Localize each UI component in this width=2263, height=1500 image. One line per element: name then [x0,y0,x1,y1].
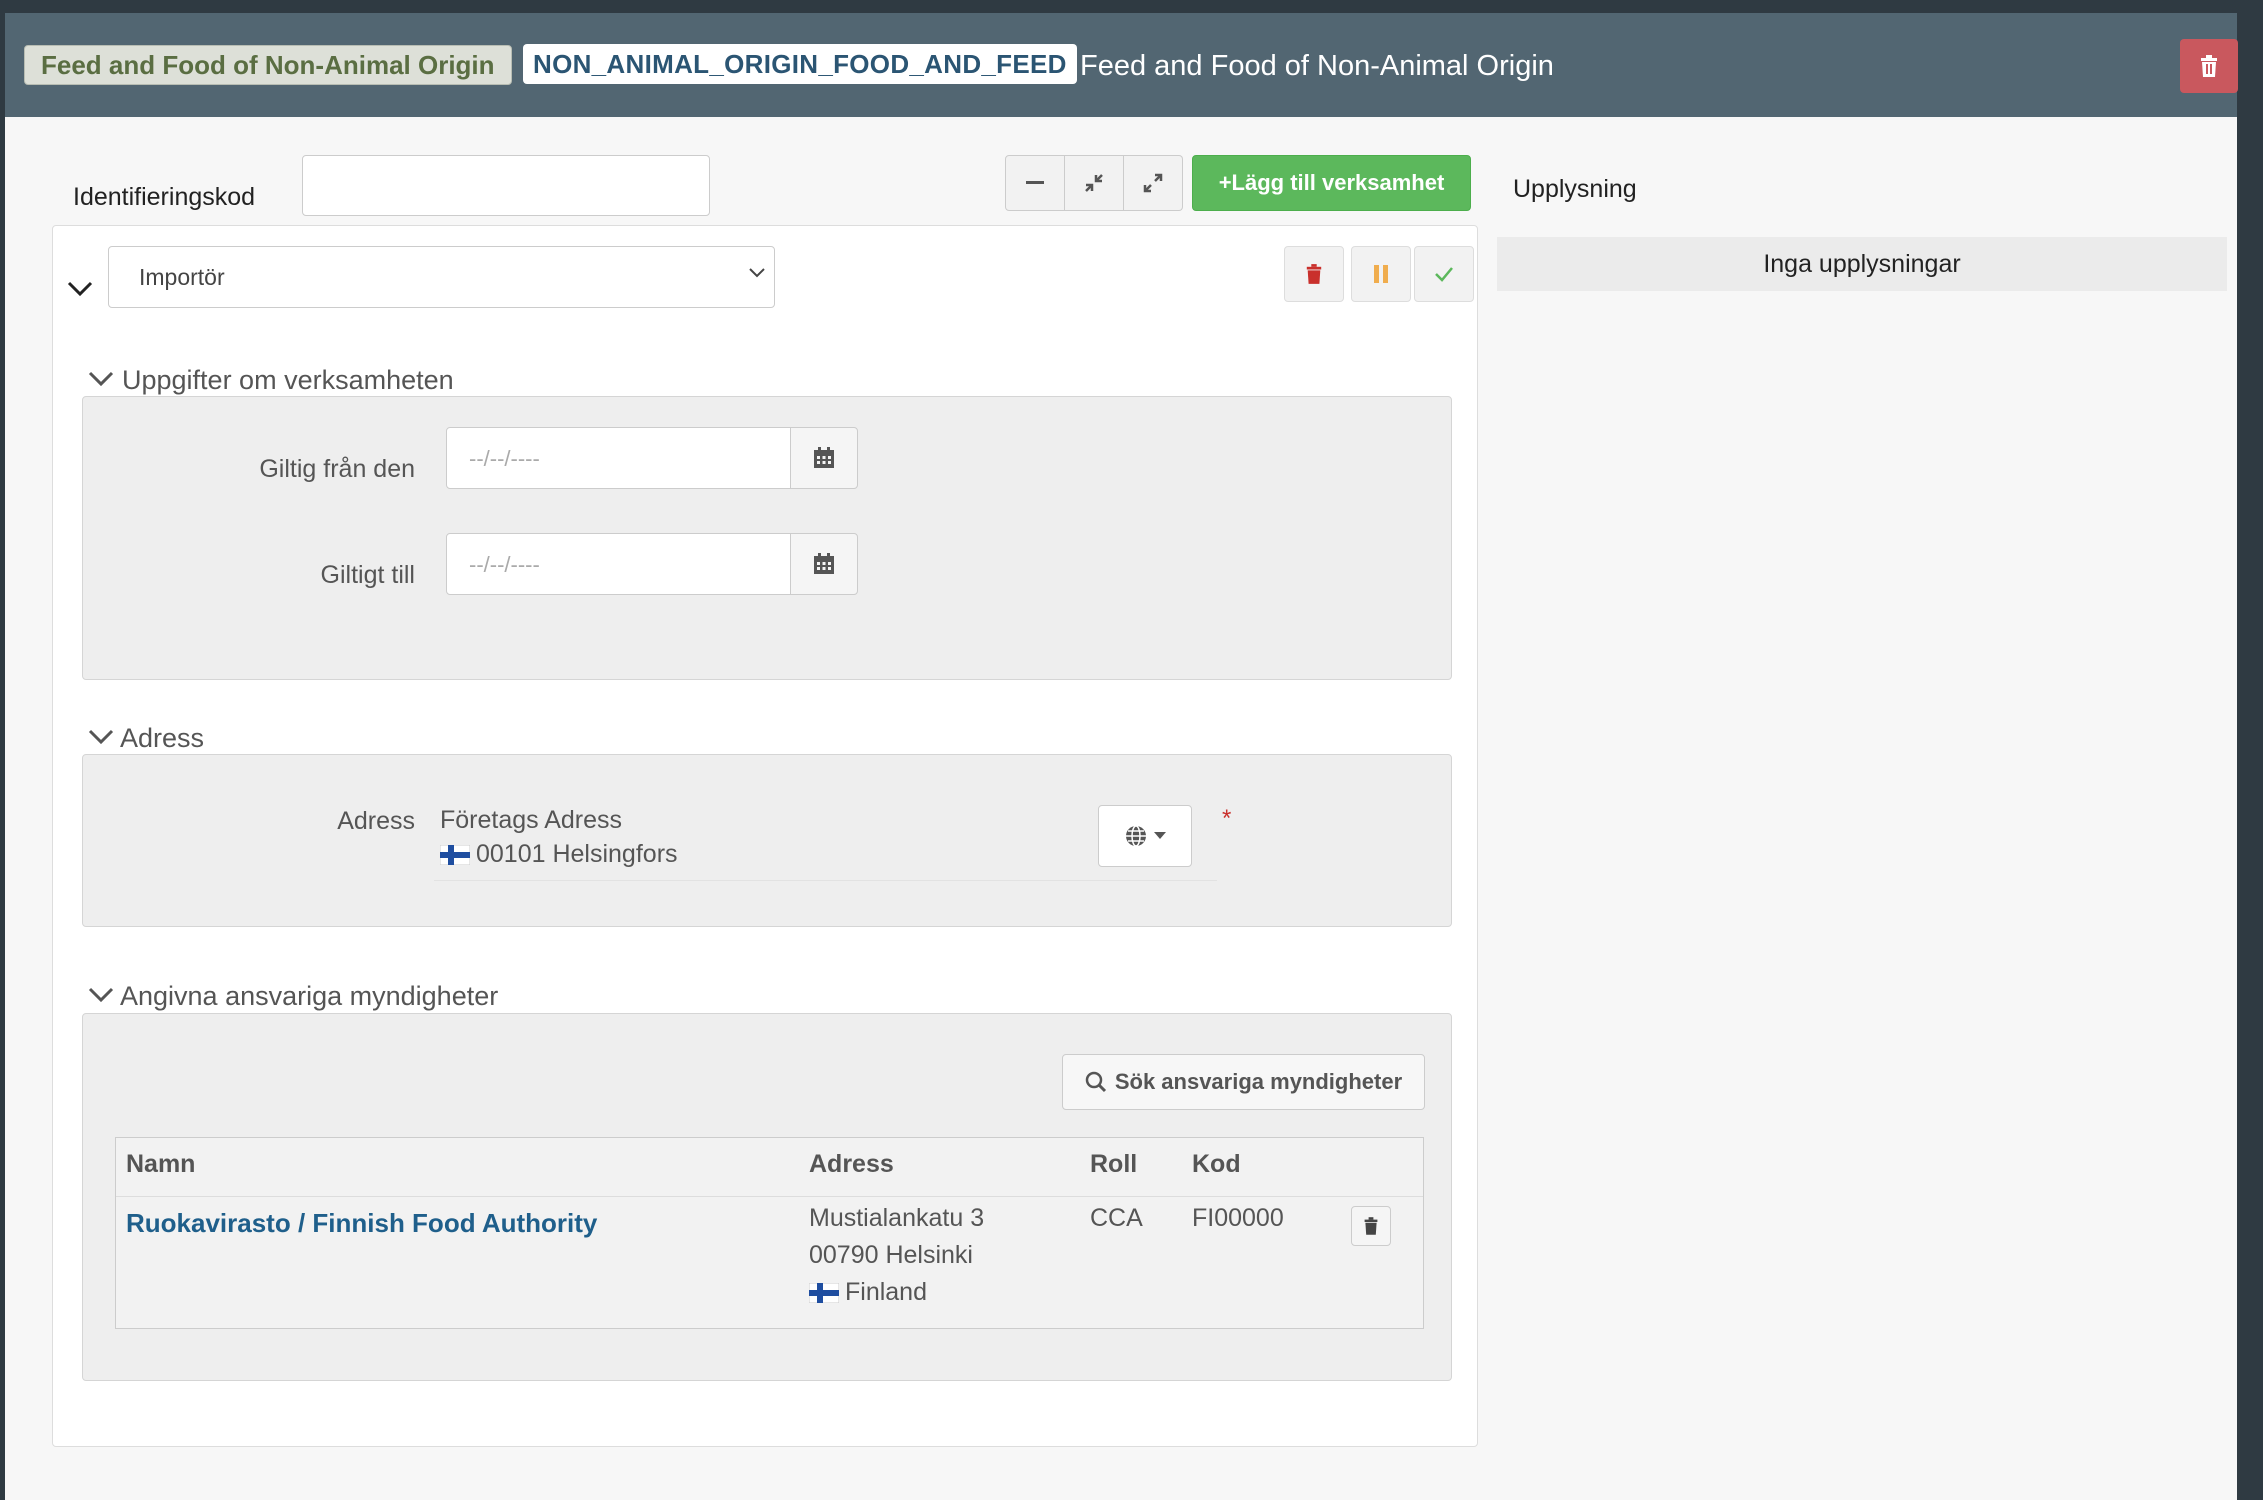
search-icon [1085,1071,1106,1093]
caret-down-icon [1154,832,1166,839]
valid-to-label: Giltigt till [320,561,415,589]
table-header: Namn Adress Roll Kod [116,1138,1423,1197]
header-bar: Feed and Food of Non-Animal Origin NON_A… [5,13,2238,117]
valid-from-calendar-button[interactable] [790,427,858,489]
identification-label: Identifieringskod [73,183,256,211]
view-button-group [1005,155,1183,211]
address-line1: Företags Adress [440,806,623,834]
expand-button[interactable] [1124,155,1183,211]
address-value: Företags Adress 00101 Helsingfors [440,803,678,871]
chevron-down-icon[interactable] [88,371,114,387]
authority-country: Finland [845,1278,927,1306]
trash-icon [1364,1217,1378,1235]
valid-from-placeholder: --/--/---- [469,446,540,471]
compress-icon [1085,174,1103,192]
valid-to-calendar-button[interactable] [790,533,858,595]
trash-icon [2201,55,2217,77]
valid-to-placeholder: --/--/---- [469,552,540,577]
calendar-icon [814,447,834,468]
search-authorities-label: Sök ansvariga myndigheter [1114,1069,1403,1094]
finland-flag-icon [809,1283,839,1304]
details-section-title[interactable]: Uppgifter om verksamheten [122,365,454,396]
chevron-down-icon [749,268,765,278]
chevron-down-icon[interactable] [88,987,114,1003]
authority-address: Mustialankatu 3 00790 Helsinki Finland [809,1200,984,1311]
delete-activity-button[interactable] [1284,246,1344,302]
pause-activity-button[interactable] [1351,246,1411,302]
address-options-button[interactable] [1098,805,1192,867]
address-line2-row: 00101 Helsingfors [440,837,678,871]
activity-type-value: Importör [139,264,225,290]
delete-authority-button[interactable] [1351,1206,1391,1246]
info-empty-box: Inga upplysningar [1497,237,2227,291]
authority-code: FI00000 [1192,1204,1284,1232]
delete-button[interactable] [2180,39,2238,93]
column-header-address: Adress [809,1150,894,1178]
add-activity-button[interactable]: +Lägg till verksamhet [1192,155,1471,211]
authority-role: CCA [1090,1204,1143,1232]
authority-name-link[interactable]: Ruokavirasto / Finnish Food Authority [126,1208,597,1239]
valid-from-label: Giltig från den [259,455,415,483]
compress-button[interactable] [1065,155,1124,211]
valid-to-input[interactable]: --/--/---- [446,533,792,595]
app-frame: Feed and Food of Non-Animal Origin NON_A… [5,13,2238,1500]
address-section-title[interactable]: Adress [120,723,204,754]
address-divider [434,880,1217,881]
collapse-button[interactable] [1005,155,1065,211]
chevron-down-icon[interactable] [67,281,93,297]
globe-icon [1126,825,1146,847]
page-title: Feed and Food of Non-Animal Origin [1080,50,1554,82]
address-label: Adress [337,807,415,835]
info-title: Upplysning [1513,175,1637,203]
pause-icon [1374,265,1388,283]
column-header-role: Roll [1090,1150,1138,1178]
category-chip: Feed and Food of Non-Animal Origin [24,45,512,85]
expand-icon [1143,173,1163,193]
column-header-name: Namn [126,1150,196,1178]
identification-input[interactable] [302,155,710,216]
required-marker: * [1222,805,1232,832]
address-line2: 00101 Helsingfors [476,840,678,868]
minus-icon [1026,181,1044,184]
address-panel [82,754,1452,927]
code-chip: NON_ANIMAL_ORIGIN_FOOD_AND_FEED [523,44,1077,84]
confirm-activity-button[interactable] [1414,246,1474,302]
chevron-down-icon[interactable] [88,729,114,745]
finland-flag-icon [440,845,470,866]
authority-country-row: Finland [809,1274,984,1311]
column-header-code: Kod [1192,1150,1241,1178]
activity-type-select[interactable]: Importör [108,246,775,308]
calendar-icon [814,553,834,574]
authority-address-line1: Mustialankatu 3 [809,1204,985,1232]
trash-icon [1306,264,1322,284]
authority-address-line2: 00790 Helsinki [809,1241,973,1269]
authorities-section-title[interactable]: Angivna ansvariga myndigheter [120,981,498,1012]
check-icon [1435,267,1453,282]
valid-from-input[interactable]: --/--/---- [446,427,792,489]
authorities-table: Namn Adress Roll Kod Ruokavirasto / Finn… [115,1137,1424,1329]
search-authorities-button[interactable]: Sök ansvariga myndigheter [1062,1054,1425,1110]
